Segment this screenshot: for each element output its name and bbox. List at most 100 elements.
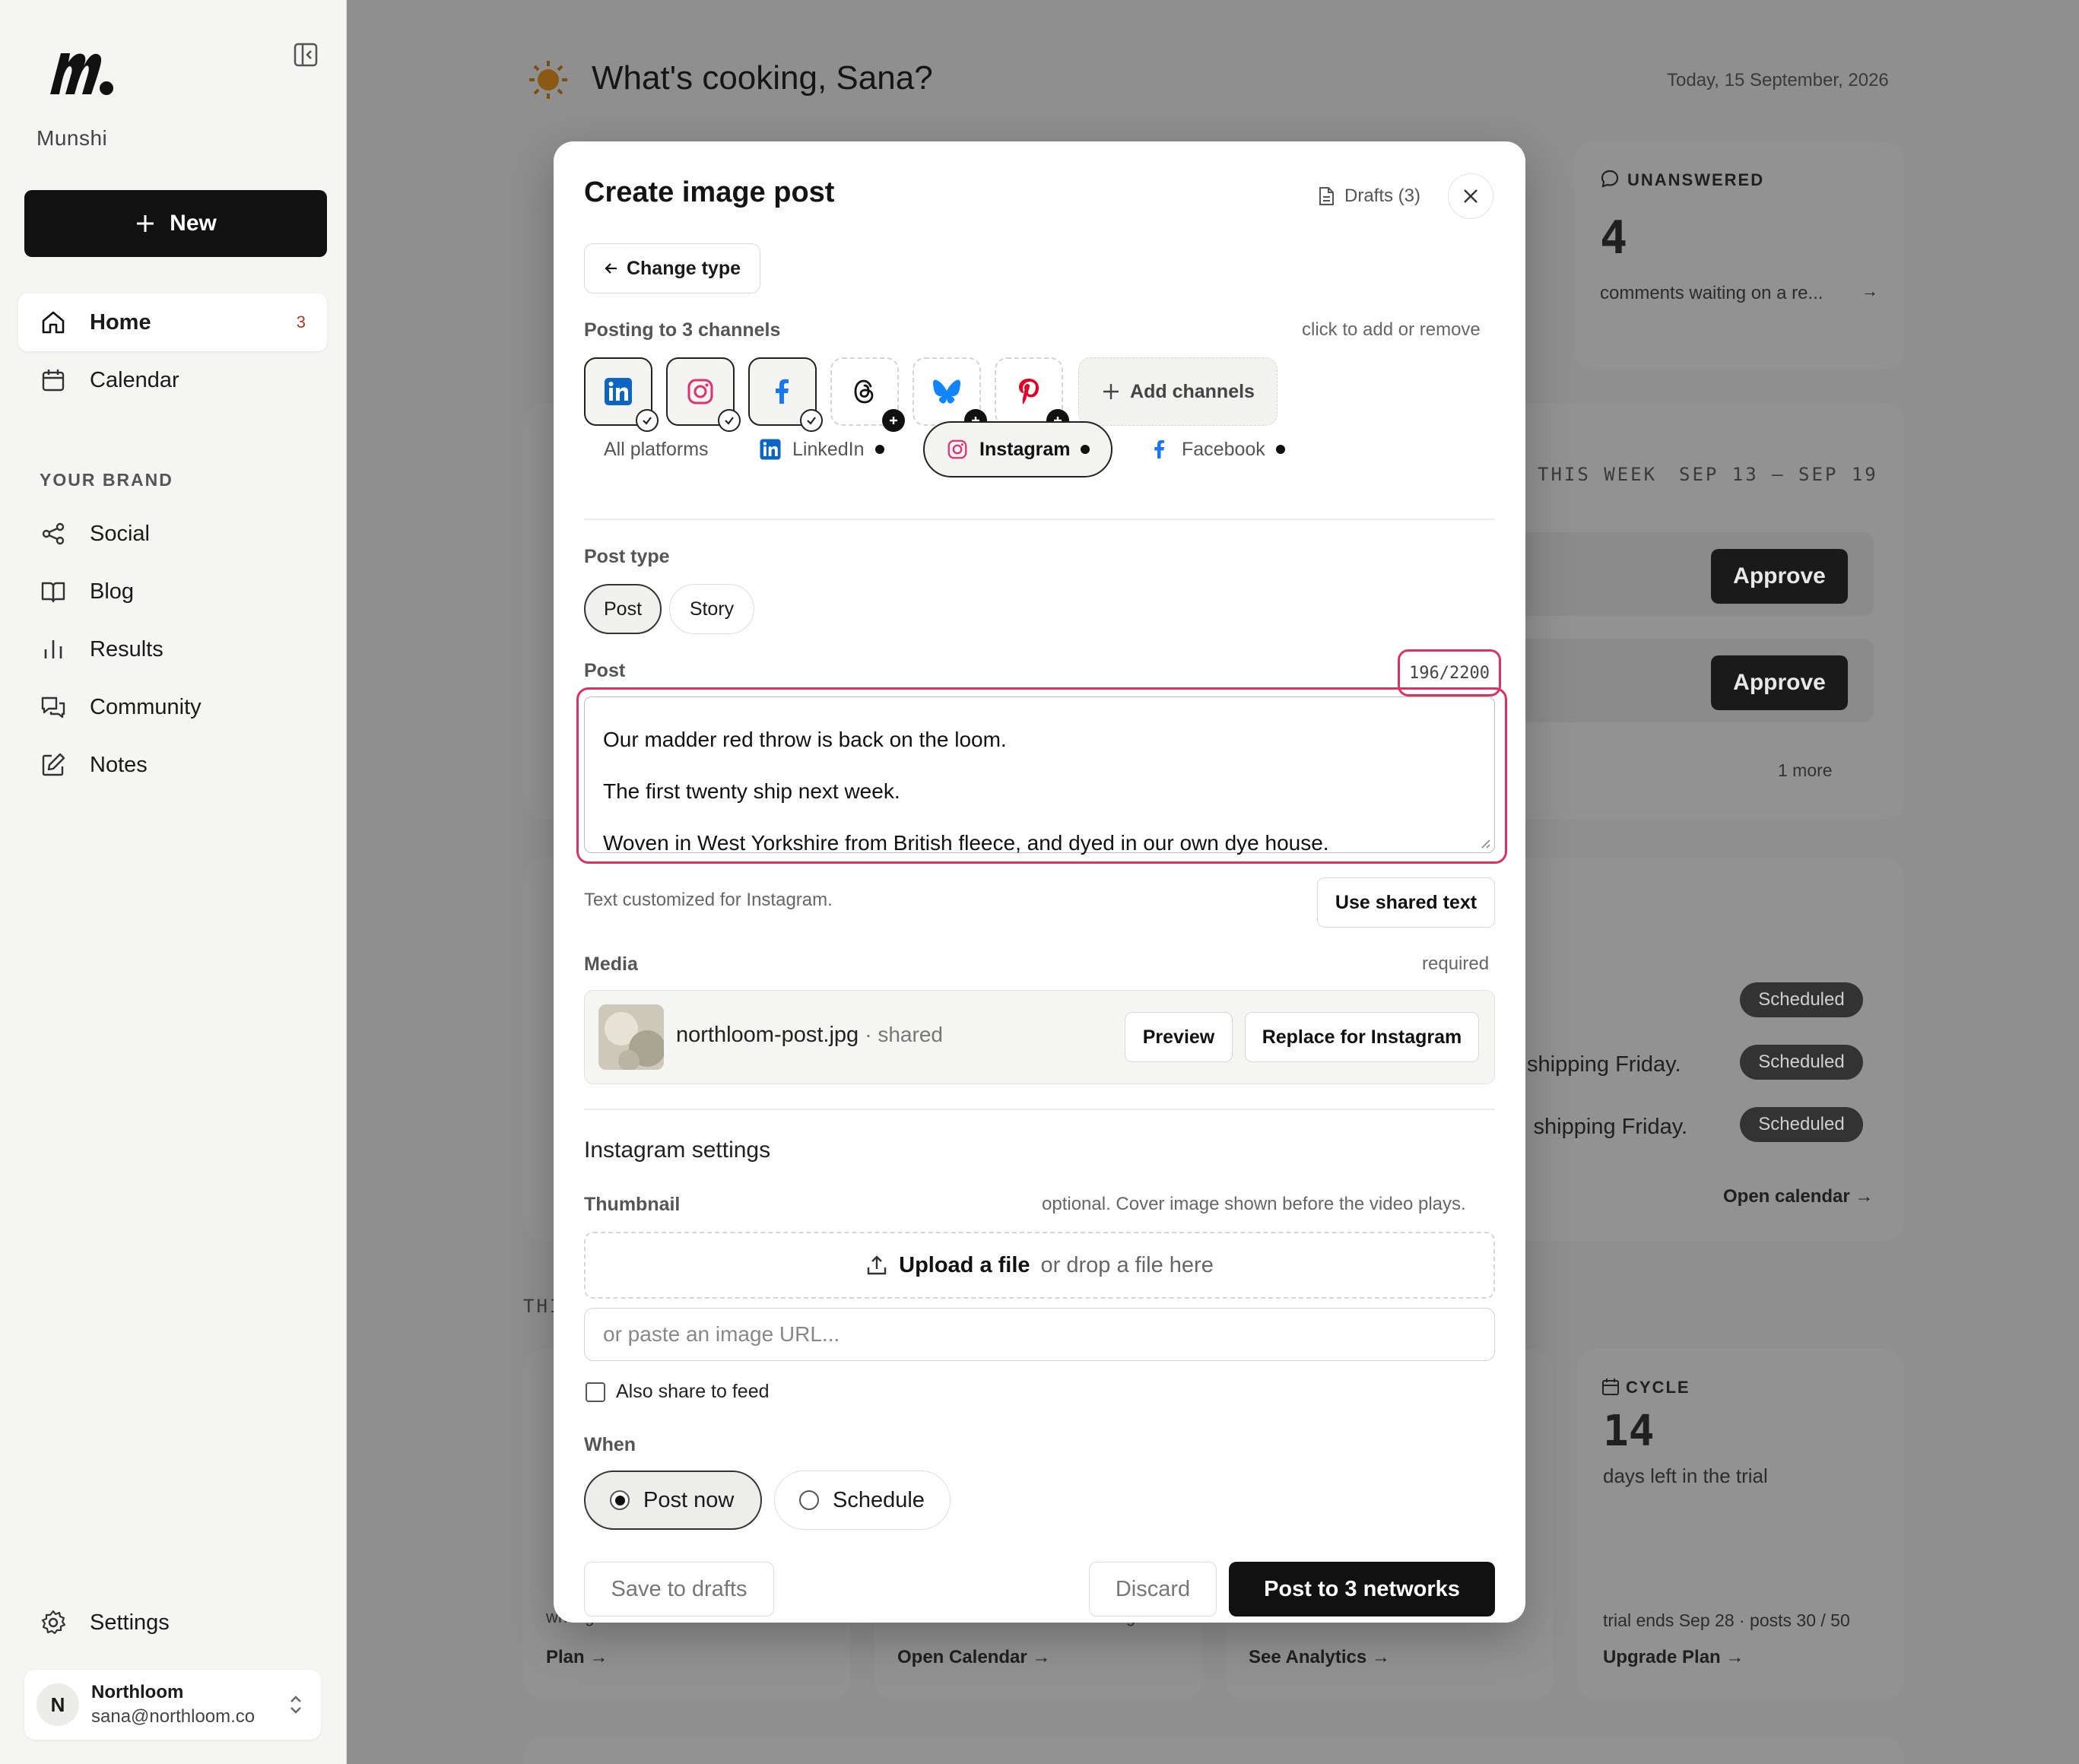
schedule-option[interactable]: Schedule [774,1471,951,1530]
tab-instagram[interactable]: Instagram [923,421,1113,477]
linkedin-icon [605,378,632,405]
tab-label: Instagram [979,438,1071,460]
upload-icon [867,1255,887,1275]
post-to-networks-button[interactable]: Post to 3 networks [1229,1562,1495,1616]
image-url-input[interactable] [584,1308,1495,1361]
channel-instagram[interactable] [666,357,741,432]
check-icon [718,409,741,432]
cycle-label: CYCLE [1626,1378,1690,1397]
tab-all-platforms[interactable]: All platforms [604,421,709,477]
drafts-count: Drafts (3) [1344,186,1421,206]
media-item: northloom-post.jpg · shared Preview Repl… [584,990,1495,1084]
account-switcher[interactable]: N Northloom sana@northloom.co [24,1670,321,1740]
replace-for-instagram-button[interactable]: Replace for Instagram [1245,1012,1479,1062]
new-button[interactable]: New [24,190,327,257]
unanswered-card[interactable]: UNANSWERED 4 comments waiting on a re...… [1574,141,1904,370]
radio-selected-icon [610,1490,630,1510]
sidebar-item-notes[interactable]: Notes [18,736,327,794]
post-type-story[interactable]: Story [669,584,754,634]
sidebar-item-label: Community [90,694,202,719]
more-link[interactable]: 1 more [1778,760,1833,781]
upgrade-plan-link[interactable]: Upgrade Plan → [1603,1647,1744,1668]
facebook-icon [776,379,789,404]
tab-label: LinkedIn [792,438,865,460]
preview-button[interactable]: Preview [1125,1012,1233,1062]
sidebar-item-label: Blog [90,579,135,604]
when-label: When [584,1434,636,1455]
post-now-option[interactable]: Post now [584,1471,762,1530]
open-calendar-link[interactable]: Open calendar → [1723,1186,1873,1207]
tab-facebook[interactable]: Facebook [1148,421,1285,477]
channel-pinterest[interactable] [995,357,1069,432]
change-type-button[interactable]: Change type [584,243,760,293]
upload-link[interactable]: Upload a file [899,1253,1030,1278]
sidebar-item-label: Home [90,309,151,335]
see-analytics-link[interactable]: See Analytics → [1249,1647,1390,1668]
instagram-icon [687,379,713,405]
brand-name: Munshi [37,126,108,150]
week-label: THIS WEEK [1538,464,1658,485]
document-icon [1319,187,1334,205]
post-text-line: The first twenty ship next week. [603,779,900,803]
sidebar: Munshi New Home 3 Calendar YOUR BRAND So… [0,0,347,1764]
post-type-post[interactable]: Post [584,584,662,634]
status-badge: Scheduled [1740,1045,1863,1080]
settings-title: Instagram settings [584,1137,771,1163]
cycle-card: CYCLE 14 days left in the trial trial en… [1577,1349,1904,1700]
arrow-right-icon: → [1862,281,1878,300]
media-filename: northloom-post.jpg [676,1023,859,1047]
channel-linkedin[interactable] [584,357,659,432]
avatar: N [37,1683,79,1726]
divider [584,1109,1495,1110]
threads-icon [854,379,874,404]
sun-icon [529,61,567,99]
status-badge: Scheduled [1740,1107,1863,1142]
sidebar-item-social[interactable]: Social [18,505,327,563]
save-to-drafts-button[interactable]: Save to drafts [584,1562,774,1616]
close-icon [1464,189,1478,203]
channel-threads[interactable] [830,357,905,432]
sidebar-item-label: Social [90,521,150,546]
calendar-icon [1602,1379,1619,1395]
pinterest-icon [1019,379,1039,405]
share-icon [42,522,65,545]
sidebar-item-blog[interactable]: Blog [18,563,327,620]
share-to-feed-checkbox[interactable] [586,1382,605,1402]
use-shared-text-button[interactable]: Use shared text [1317,877,1495,928]
new-button-label: New [170,211,217,236]
sidebar-item-calendar[interactable]: Calendar [18,351,327,409]
post-now-label: Post now [643,1487,735,1512]
resize-handle-icon[interactable] [1479,837,1491,849]
collapse-sidebar-icon[interactable] [290,40,321,70]
chat-icon [41,696,65,719]
tab-linkedin[interactable]: LinkedIn [759,421,884,477]
customized-note: Text customized for Instagram. [584,890,833,910]
sidebar-item-settings[interactable]: Settings [18,1594,327,1651]
unanswered-count: 4 [1600,211,1628,265]
channel-hint: click to add or remove [1302,319,1481,340]
thumbnail-upload-dropzone[interactable]: Upload a file or drop a file here [584,1232,1495,1299]
close-button[interactable] [1448,173,1493,219]
scheduled-post-text: l, shipping Friday. [1516,1115,1688,1139]
approve-button[interactable]: Approve [1711,549,1848,604]
account-email: sana@northloom.co [91,1706,256,1727]
add-channels-button[interactable]: Add channels [1078,357,1278,426]
post-text-line: Woven in West Yorkshire from British fle… [603,831,1329,855]
media-shared-tag: · shared [865,1023,943,1046]
section-label-your-brand: YOUR BRAND [40,470,173,490]
sidebar-item-home[interactable]: Home 3 [18,293,327,351]
drafts-link[interactable]: Drafts (3) [1317,186,1420,207]
channel-bluesky[interactable] [913,357,987,432]
approve-button[interactable]: Approve [1711,655,1848,710]
plan-link[interactable]: Plan → [546,1647,608,1668]
post-text-area[interactable]: Our madder red throw is back on the loom… [584,696,1495,855]
sidebar-item-results[interactable]: Results [18,620,327,678]
channel-facebook[interactable] [748,357,823,432]
munshi-logo[interactable] [47,46,116,99]
sidebar-item-label: Notes [90,752,148,777]
media-thumbnail [598,1004,664,1070]
discard-button[interactable]: Discard [1089,1562,1217,1616]
sidebar-item-community[interactable]: Community [18,678,327,736]
home-count-badge: 3 [296,313,306,332]
open-calendar-link[interactable]: Open Calendar → [897,1647,1050,1668]
